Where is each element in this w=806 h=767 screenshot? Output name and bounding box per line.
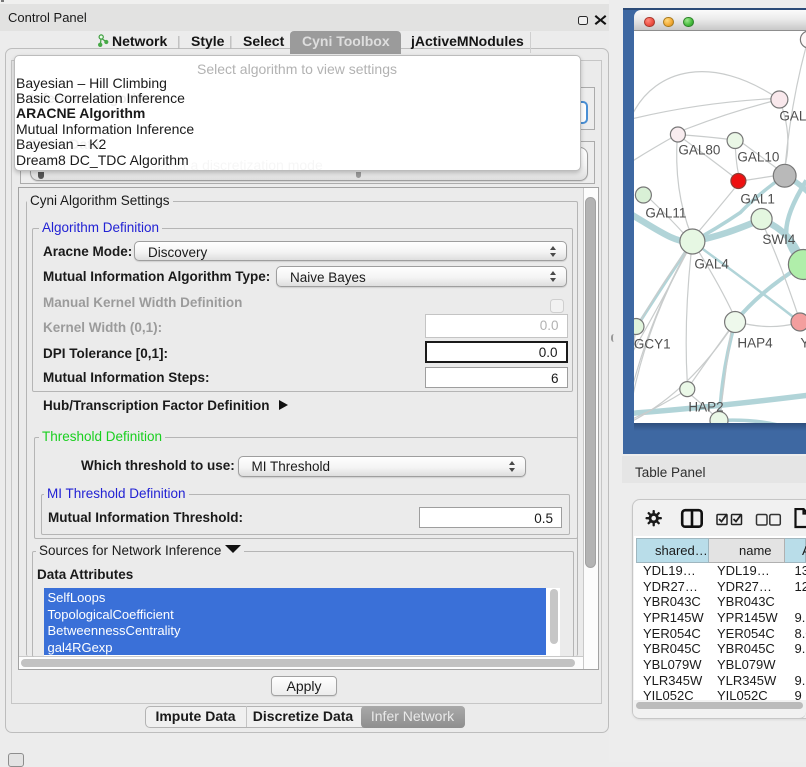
svg-text:GAL80: GAL80 (678, 142, 720, 157)
svg-text:GAL10: GAL10 (737, 149, 779, 164)
svg-text:GAL11: GAL11 (645, 205, 686, 220)
svg-text:GAL7: GAL7 (779, 108, 806, 123)
svg-text:GAL1: GAL1 (740, 191, 774, 206)
svg-text:SWI4: SWI4 (762, 231, 795, 246)
svg-text:GAL4: GAL4 (694, 256, 729, 271)
svg-text:HAP2: HAP2 (688, 399, 723, 414)
svg-text:GCY1: GCY1 (634, 336, 671, 351)
svg-text:HAP4: HAP4 (737, 335, 773, 350)
svg-text:YEL: YEL (800, 335, 806, 350)
